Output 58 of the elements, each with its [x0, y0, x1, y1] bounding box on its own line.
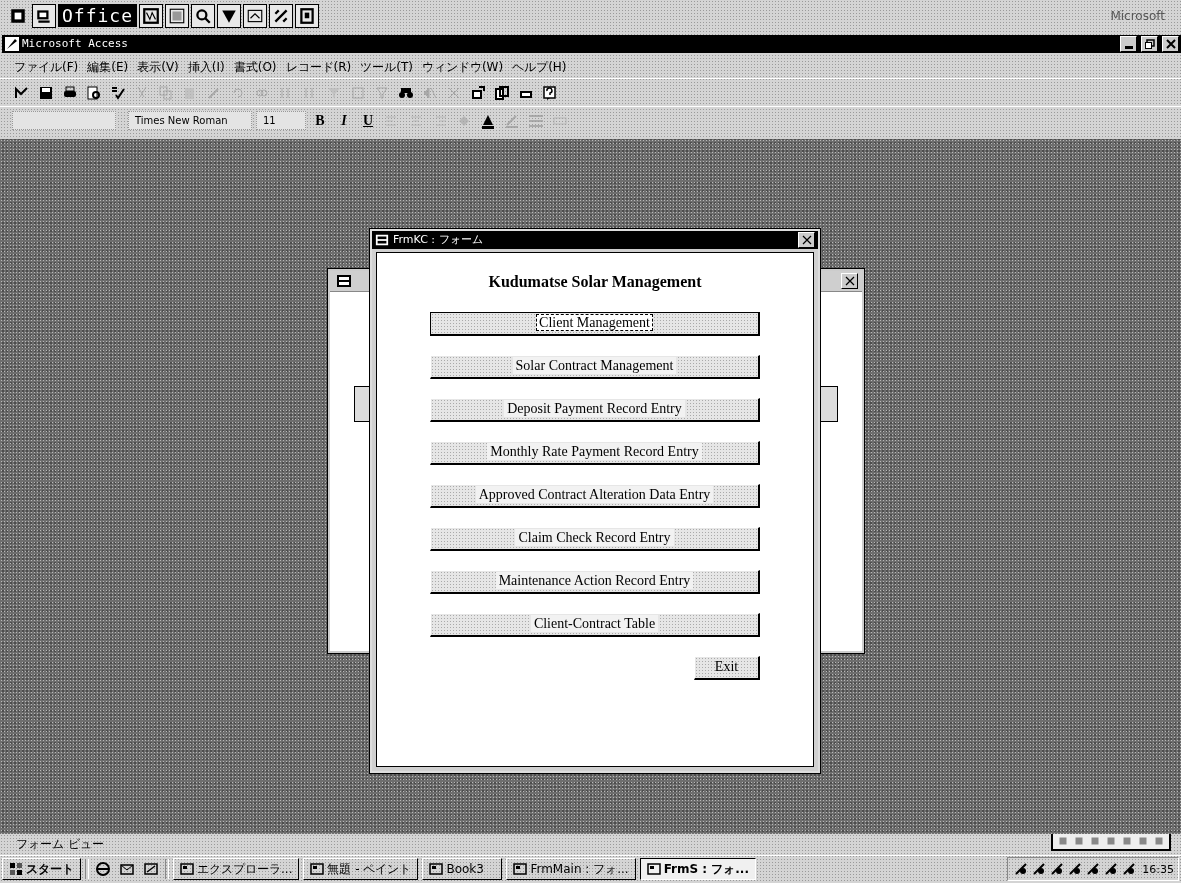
window-icon	[646, 862, 661, 877]
minimize-button[interactable]	[1120, 35, 1137, 52]
bold-button[interactable]: B	[310, 112, 330, 129]
exit-button[interactable]: Exit	[694, 655, 760, 680]
menu-item[interactable]: 挿入(I)	[187, 58, 225, 76]
menu-item[interactable]: 書式(O)	[233, 58, 277, 76]
menu-button[interactable]: Approved Contract Alteration Data Entry	[430, 483, 760, 508]
close-icon	[844, 275, 855, 286]
menu-item[interactable]: 編集(E)	[87, 58, 129, 76]
magnifier-icon[interactable]	[191, 3, 216, 28]
taskbar-button[interactable]: FrmS : フォ...	[639, 858, 756, 881]
menu-button[interactable]: Maintenance Action Record Entry	[430, 569, 760, 594]
menu-button[interactable]: Monthly Rate Payment Record Entry	[430, 440, 760, 465]
window-icon	[310, 862, 325, 877]
close-icon	[801, 234, 812, 245]
computer-icon[interactable]	[32, 3, 56, 28]
window-title: Microsoft Access	[22, 37, 128, 51]
menu-item[interactable]: ツール(T)	[360, 58, 413, 76]
underline-button[interactable]: U	[358, 112, 378, 129]
menu-button[interactable]: Client-Contract Table	[430, 612, 760, 637]
restore-icon	[1144, 38, 1155, 49]
image-icon[interactable]	[243, 3, 268, 28]
close-icon	[1165, 38, 1176, 49]
minimize-icon	[1124, 45, 1133, 49]
font-name-field[interactable]: Times New Roman	[128, 111, 252, 131]
taskbar-button[interactable]: Book3	[422, 858, 503, 881]
close-button[interactable]	[841, 272, 858, 289]
menu-item[interactable]: ウィンドウ(W)	[421, 58, 504, 76]
close-button[interactable]	[798, 231, 815, 248]
form-icon[interactable]	[375, 232, 389, 247]
office-label: Office	[58, 4, 138, 28]
dialog-title: FrmKC : フォーム	[393, 232, 483, 248]
start-button[interactable]: スタート	[2, 858, 81, 881]
window-icon	[513, 862, 528, 877]
taskbar-button[interactable]: FrmMain : フォ...	[506, 858, 636, 881]
status-text: フォーム ビュー	[16, 835, 104, 853]
menu-button[interactable]: Client Management	[430, 311, 760, 336]
menu-button[interactable]: Claim Check Record Entry	[430, 526, 760, 551]
menu-item[interactable]: ファイル(F)	[14, 58, 79, 76]
font-size-field[interactable]: 11	[256, 111, 306, 131]
document-icon[interactable]	[295, 3, 320, 28]
menu-button[interactable]: Solar Contract Management	[430, 354, 760, 379]
window-icon	[429, 862, 444, 877]
restore-button[interactable]	[1141, 35, 1158, 52]
menu-item[interactable]: 表示(V)	[137, 58, 179, 76]
window-icon	[180, 862, 194, 877]
microsoft-label: Microsoft	[1110, 8, 1166, 23]
menu-button[interactable]: Deposit Payment Record Entry	[430, 397, 760, 422]
word-icon[interactable]	[139, 3, 164, 28]
windows-logo-icon	[9, 862, 23, 877]
clock: 16:35	[1142, 862, 1174, 876]
form-heading: Kudumatse Solar Management	[488, 272, 702, 291]
close-button[interactable]	[1162, 35, 1179, 52]
menu-item[interactable]: ヘルプ(H)	[512, 58, 567, 76]
italic-button[interactable]: I	[334, 112, 354, 129]
menu-item[interactable]: レコード(R)	[285, 58, 352, 76]
taskbar-button[interactable]: 無題 - ペイント	[303, 858, 419, 881]
taskbar-button[interactable]: エクスプローラ...	[173, 858, 300, 881]
